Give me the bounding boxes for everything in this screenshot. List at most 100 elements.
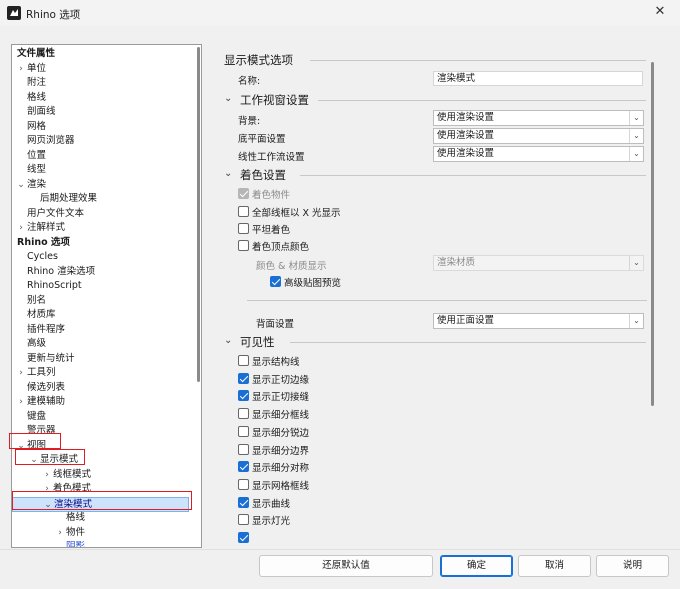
tree-item[interactable]: ⌄ 渲染 — [15, 178, 46, 192]
footer-divider — [0, 549, 680, 550]
tree-item[interactable]: 更新与统计 — [15, 352, 75, 366]
tree-item-label: 插件程序 — [27, 323, 66, 335]
title-bar: Rhino 选项 ✕ — [0, 0, 680, 26]
tree-item[interactable]: › 线框模式 — [41, 468, 91, 482]
tree-item[interactable]: 网格 — [15, 120, 46, 134]
tree-item[interactable]: 位置 — [15, 149, 46, 163]
chevron-down-icon[interactable]: ⌄ — [629, 129, 643, 143]
tree-item-label: 视图 — [27, 439, 47, 451]
chevron-down-icon[interactable]: ⌄ — [15, 178, 27, 192]
cancel-button[interactable]: 取消 — [518, 555, 591, 577]
tree-item[interactable]: 高级 — [15, 337, 46, 351]
settings-scrollbar[interactable] — [651, 62, 654, 406]
chevron-right-icon[interactable]: › — [15, 62, 27, 76]
options-tree[interactable]: 文件属性 › 单位 附注 格线 剖面线 网格 网页浏览器 位置 线型 ⌄ 渲染 后期处理效果 用户文件文本… — [11, 44, 202, 548]
close-icon[interactable]: ✕ — [640, 0, 680, 26]
tree-item[interactable]: 插件程序 — [15, 323, 65, 337]
tree-item[interactable]: › 物件 — [54, 526, 85, 540]
linear-workflow-value: 使用渲染设置 — [437, 148, 495, 159]
chevron-down-icon[interactable]: ⌄ — [629, 314, 643, 328]
visibility-checkbox[interactable] — [238, 514, 249, 526]
section-visibility-title[interactable]: 可见性 — [240, 334, 275, 350]
section-shading-title[interactable]: 着色设置 — [240, 167, 286, 183]
tree-item[interactable]: ⌄ 显示模式 — [28, 453, 78, 467]
chevron-down-icon[interactable]: ⌄ — [28, 453, 40, 467]
help-button[interactable]: 说明 — [596, 555, 669, 577]
chevron-right-icon[interactable]: › — [41, 482, 53, 496]
tree-item[interactable]: 文件属性 — [15, 47, 55, 61]
tree-item-label: 线框模式 — [53, 468, 92, 480]
tree-item[interactable]: 线型 — [15, 163, 46, 177]
chevron-down-icon[interactable]: ⌄ — [224, 335, 232, 346]
tree-item[interactable]: 警示器 — [15, 424, 56, 438]
chevron-down-icon[interactable]: ⌄ — [224, 168, 232, 179]
groundplane-value: 使用渲染设置 — [437, 130, 495, 141]
chevron-down-icon[interactable]: ⌄ — [629, 147, 643, 161]
visibility-checkbox[interactable] — [238, 372, 249, 384]
advanced-texture-checkbox[interactable] — [270, 276, 281, 287]
tree-item[interactable]: › 单位 — [15, 62, 46, 76]
visibility-checkbox[interactable] — [238, 461, 249, 473]
name-field[interactable]: 渲染模式 — [433, 71, 643, 86]
name-label: 名称: — [238, 76, 261, 87]
tree-item-label: 网页浏览器 — [27, 135, 75, 146]
chevron-right-icon[interactable]: › — [15, 366, 27, 380]
chevron-down-icon[interactable]: ⌄ — [42, 498, 54, 512]
chevron-down-icon[interactable]: ⌄ — [629, 111, 643, 125]
tree-item[interactable]: Cycles — [15, 250, 58, 264]
groundplane-dropdown[interactable]: 使用渲染设置 ⌄ — [433, 128, 644, 144]
tree-scrollbar[interactable] — [197, 47, 200, 382]
tree-item[interactable]: Rhino 选项 — [15, 236, 70, 250]
backface-dropdown[interactable]: 使用正面设置 ⌄ — [433, 313, 644, 329]
tree-item[interactable]: 键盘 — [15, 410, 46, 424]
chevron-right-icon[interactable]: › — [15, 395, 27, 409]
tree-item-label: Rhino 选项 — [17, 236, 70, 248]
tree-item[interactable]: 附注 — [15, 76, 46, 90]
tree-item[interactable]: 用户文件文本 — [15, 207, 84, 221]
tree-item[interactable]: 剖面线 — [15, 105, 56, 119]
visibility-label: 显示灯光 — [252, 516, 291, 528]
flat-shading-checkbox[interactable] — [238, 223, 249, 234]
tree-item[interactable]: ⌄ 渲染模式 — [12, 496, 189, 512]
tree-item-label: 显示模式 — [40, 454, 79, 465]
tree-item[interactable]: › 建模辅助 — [15, 395, 65, 409]
tree-item[interactable]: › 注解样式 — [15, 221, 65, 235]
chevron-right-icon[interactable]: › — [15, 221, 27, 235]
chevron-down-icon[interactable]: ⌄ — [224, 93, 232, 104]
chevron-right-icon[interactable]: › — [41, 468, 53, 482]
tree-item[interactable]: › 工具列 — [15, 366, 55, 380]
visibility-checkbox[interactable] — [238, 496, 249, 508]
tree-item[interactable]: RhinoScript — [15, 279, 82, 293]
all-wire-xray-checkbox[interactable] — [238, 206, 249, 217]
tree-item[interactable]: 格线 — [54, 511, 85, 525]
visibility-checkbox[interactable] — [238, 443, 249, 455]
tree-item[interactable]: Rhino 渲染选项 — [15, 265, 95, 279]
tree-item-label: 位置 — [27, 149, 47, 161]
chevron-right-icon[interactable]: › — [54, 526, 66, 540]
ok-button[interactable]: 确定 — [440, 555, 513, 577]
restore-defaults-button[interactable]: 还原默认值 — [259, 555, 433, 577]
chevron-down-icon[interactable]: ⌄ — [15, 439, 27, 453]
tree-item[interactable]: 阴影 — [54, 540, 85, 547]
backface-value: 使用正面设置 — [437, 315, 495, 326]
background-dropdown[interactable]: 使用渲染设置 ⌄ — [433, 110, 644, 126]
tree-item[interactable]: 格线 — [15, 91, 46, 105]
tree-item[interactable]: ⌄ 视图 — [15, 439, 46, 453]
visibility-checkbox[interactable] — [238, 478, 249, 490]
visibility-checkbox[interactable] — [238, 408, 249, 420]
tree-item[interactable]: 后期处理效果 — [28, 192, 97, 206]
visibility-checkbox[interactable] — [238, 355, 249, 366]
visibility-checkbox[interactable] — [238, 425, 249, 437]
visibility-checkbox-partial[interactable] — [238, 532, 249, 543]
flat-shading-label: 平坦着色 — [252, 225, 291, 236]
tree-item[interactable]: 网页浏览器 — [15, 134, 75, 148]
vertex-colors-checkbox[interactable] — [238, 240, 249, 251]
visibility-checkbox[interactable] — [238, 390, 249, 402]
linear-workflow-dropdown[interactable]: 使用渲染设置 ⌄ — [433, 146, 644, 162]
tree-item[interactable]: › 着色模式 — [41, 482, 91, 496]
tree-item[interactable]: 候选列表 — [15, 381, 65, 395]
tree-item[interactable]: 材质库 — [15, 308, 56, 322]
tree-item[interactable]: 别名 — [15, 294, 46, 308]
vertex-colors-label: 着色顶点颜色 — [252, 242, 310, 253]
section-viewport-title[interactable]: 工作视窗设置 — [240, 92, 309, 108]
